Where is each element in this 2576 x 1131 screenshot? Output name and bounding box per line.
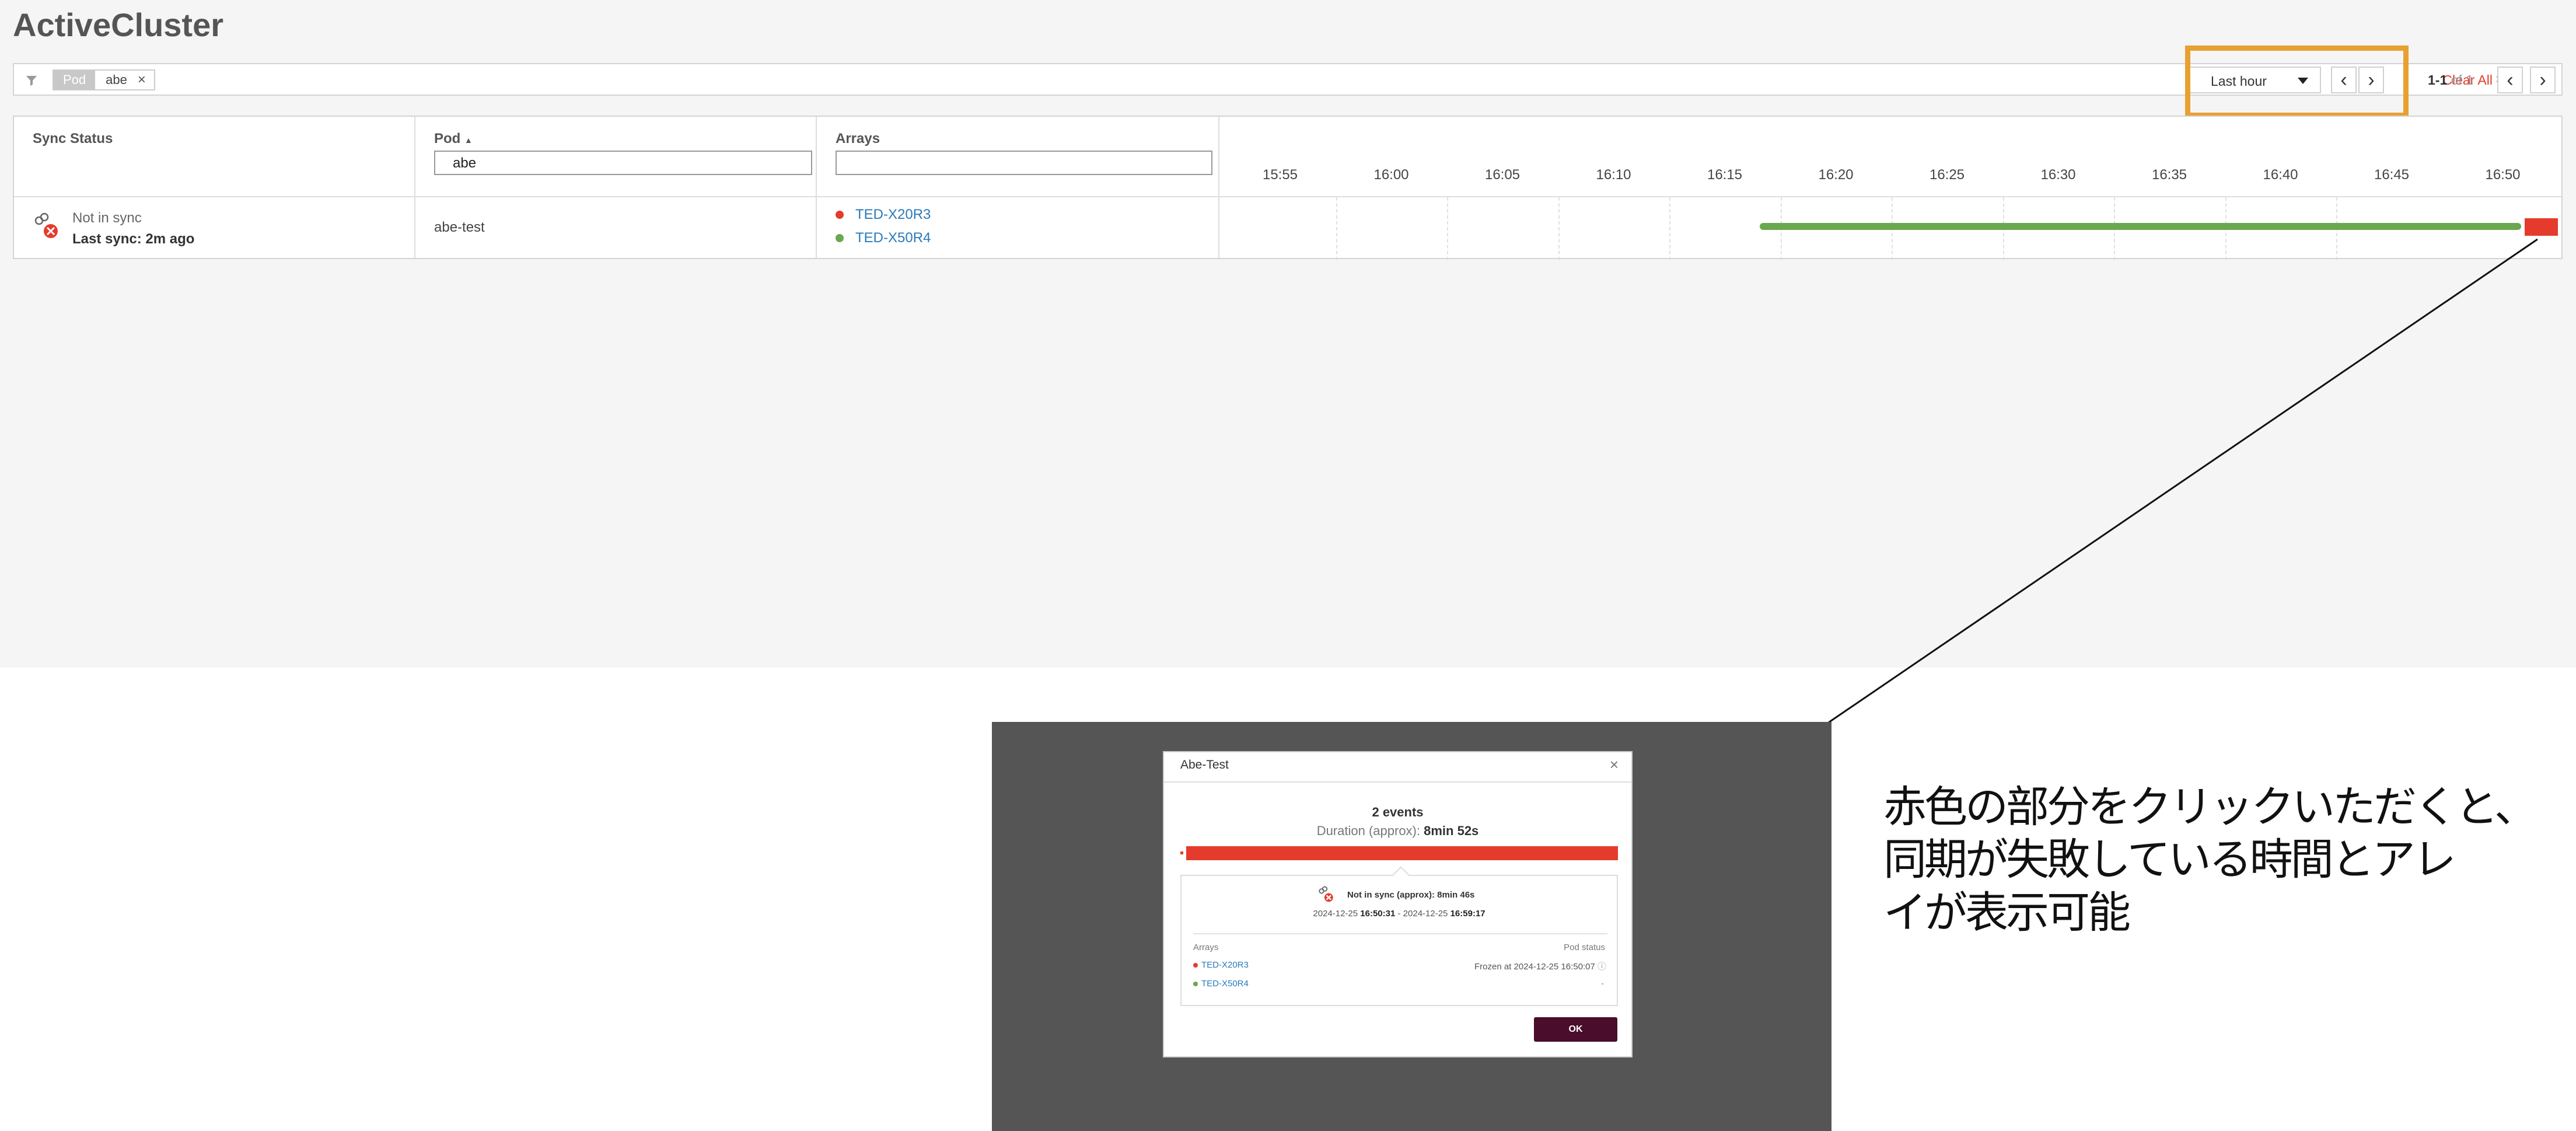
chip-close-icon[interactable]: × [138,72,154,88]
event-detail-panel: Not in sync (approx): 8min 46s 2024-12-2… [1180,866,1618,1006]
info-icon[interactable]: ⓘ [1598,962,1606,972]
pod-column-filter-input[interactable]: abe [434,151,812,175]
pagination-info: 1-1 of 1 [2428,72,2473,88]
duration-label: Duration (approx): [1316,823,1420,838]
page-next-button[interactable]: › [2530,67,2556,93]
pod-table: Sync Status Pod ▲ Arrays abe 15:55 16:00 1… [13,116,2563,260]
filter-bar[interactable]: Pod abe × Clear All × [13,63,2563,96]
range-separator: - [1395,909,1403,919]
array-item: TED-X20R3 [836,207,931,223]
pod-status-frozen: Frozen at 2024-12-25 16:50:07 ⓘ [1474,960,1606,972]
filter-icon[interactable] [25,74,39,88]
col-header-pod[interactable]: Pod ▲ [434,131,473,147]
dialog-array-item: TED-X50R4 [1193,979,1249,989]
dialog-divider [1164,781,1631,783]
annotation-line: イが表示可能 [1883,887,2131,938]
time-range-highlight-box [2185,46,2409,118]
pod-status-header: Pod status [1564,942,1605,952]
sync-status-text: Not in sync [72,210,142,226]
array-item: TED-X50R4 [836,230,931,246]
timeline-not-in-sync-segment[interactable] [2525,218,2558,236]
timeline-tick-label: 16:30 [2040,167,2076,183]
array-link[interactable]: TED-X20R3 [1201,960,1249,970]
pod-status-text: - [1601,979,1604,989]
panel-divider [1193,933,1607,934]
event-time-range: 2024-12-25 16:50:31 - 2024-12-25 16:59:1… [1182,909,1617,919]
header-divider [14,196,2561,197]
column-divider [414,117,415,258]
timeline-tick-label: 16:40 [2263,167,2298,183]
array-status-dot [1193,962,1198,968]
timeline-tick-label: 16:20 [1818,167,1854,183]
timeline-tick-label: 16:05 [1484,167,1521,183]
annotation-line: 同期が失敗している時間とアレ [1883,835,2456,885]
not-in-sync-icon [34,212,58,238]
col-header-pod-label: Pod [434,131,461,146]
timeline-tick-label: 16:15 [1707,167,1743,183]
not-in-sync-event-bar[interactable] [1186,846,1618,860]
arrays-column-filter-input[interactable] [836,151,1212,175]
last-sync-text: Last sync: 2m ago [72,231,195,247]
range-end-date: 2024-12-25 [1403,909,1448,919]
event-detail-dialog: Abe-Test × 2 events Duration (approx): 8… [1163,751,1633,1057]
sort-asc-icon: ▲ [464,135,473,145]
column-divider [1218,117,1219,258]
not-in-sync-icon [1319,886,1333,902]
array-status-dot [836,234,844,242]
dialog-array-item: TED-X20R3 [1193,960,1249,970]
timeline-in-sync-bar[interactable] [1760,223,2521,230]
range-start-date: 2024-12-25 [1313,909,1358,919]
timeline-tick-label: 16:50 [2485,167,2521,183]
event-count: 2 events [1372,805,1424,819]
array-link[interactable]: TED-X50R4 [1201,979,1249,989]
col-header-arrays[interactable]: Arrays [836,131,880,147]
timeline-gridline [1447,197,1448,260]
page-title: ActiveCluster [13,6,224,43]
dialog-screenshot-backdrop: Abe-Test × 2 events Duration (approx): 8… [992,722,1831,1131]
annotation-line: 赤色の部分をクリックいただくと、 [1883,782,2537,832]
timeline-tick-label: 16:00 [1373,167,1409,183]
filter-chip-value: abe [106,72,127,87]
page-prev-button[interactable]: ‹ [2497,67,2523,93]
timeline-tick-label: 16:45 [2374,167,2410,183]
array-link[interactable]: TED-X20R3 [855,207,931,223]
pod-status-text: Frozen at 2024-12-25 16:50:07 [1474,962,1595,972]
dialog-title: Abe-Test [1180,758,1229,772]
duration-value: 8min 52s [1424,823,1479,838]
array-status-dot [836,211,844,219]
close-icon[interactable]: × [1610,756,1619,774]
array-link[interactable]: TED-X50R4 [855,230,931,246]
annotation-text: 赤色の部分をクリックいただくと、 同期が失敗している時間とアレ イが表示可能 [1883,781,2560,939]
pod-name: abe-test [434,219,485,235]
timeline-gridline [1336,197,1337,260]
panel-pointer [1392,866,1410,885]
event-duration: Duration (approx): 8min 52s [1164,823,1631,839]
arrays-header: Arrays [1193,942,1219,952]
timeline-tick-label: 16:35 [2151,167,2187,183]
filter-chip-pod[interactable]: Pod abe × [53,69,155,90]
timeline-gridline [1669,197,1670,260]
col-header-sync-status[interactable]: Sync Status [33,131,113,147]
activecluster-screenshot: ActiveCluster Pod abe × Clear All × Last… [0,0,2576,668]
timeline-tick-label: 16:10 [1596,167,1631,183]
timeline-tick-label: 15:55 [1262,167,1298,183]
column-divider [816,117,817,258]
pagination-total: of 1 [2451,72,2474,88]
range-end-time: 16:59:17 [1450,909,1486,919]
filter-chip-key: Pod [54,71,96,89]
range-start-time: 16:50:31 [1360,909,1396,919]
slide: ActiveCluster Pod abe × Clear All × Last… [0,0,2576,1131]
timeline-tick-label: 16:25 [1929,167,1965,183]
timeline-gridline [1558,197,1560,260]
pagination-range: 1-1 [2428,72,2448,88]
event-bar-start-marker [1180,851,1183,854]
array-status-dot [1193,981,1198,986]
ok-button[interactable]: OK [1534,1017,1617,1042]
not-in-sync-duration: Not in sync (approx): 8min 46s [1347,890,1475,900]
